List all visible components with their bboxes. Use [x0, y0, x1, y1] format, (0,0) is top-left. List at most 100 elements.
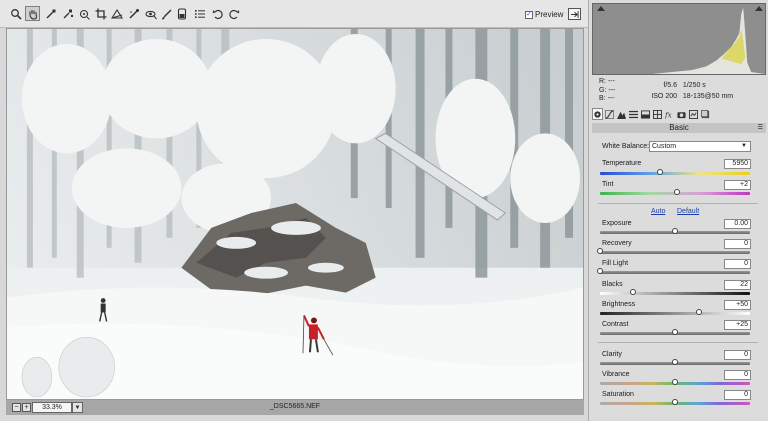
tab-snapshots-icon[interactable] [700, 108, 711, 120]
adjustment-brush-icon[interactable] [159, 6, 174, 21]
fill-light-label: Fill Light [602, 260, 629, 267]
temperature-slider[interactable] [600, 169, 750, 175]
contrast-slider[interactable] [600, 329, 750, 335]
tab-fx-icon[interactable]: fx [664, 108, 675, 120]
exposure-value[interactable]: 0.00 [724, 219, 751, 229]
saturation-thumb[interactable] [672, 399, 678, 405]
color-sampler-tool-icon[interactable] [60, 6, 75, 21]
white-balance-tool-icon[interactable] [43, 6, 58, 21]
adjustment-panel: R: --- G: --- B: --- f/5.6 1/250 s ISO 2… [588, 0, 768, 421]
temperature-label: Temperature [602, 160, 642, 167]
shutter-speed: 1/250 s [682, 82, 706, 89]
auto-button[interactable]: Auto [651, 208, 665, 215]
photo-preview[interactable] [6, 28, 584, 400]
b-label: B: [599, 95, 606, 102]
temperature-value[interactable]: 5950 [724, 159, 751, 169]
blacks-value[interactable]: 22 [724, 280, 751, 290]
tab-camera-calibration-icon[interactable] [676, 108, 687, 120]
fullscreen-icon[interactable] [568, 8, 581, 20]
contrast-label: Contrast [602, 321, 629, 328]
blacks-slider[interactable] [600, 289, 750, 295]
tint-thumb[interactable] [673, 189, 680, 195]
preview-checkbox[interactable]: ✓ [525, 10, 533, 19]
section-title: Basic [669, 123, 689, 132]
vibrance-label: Vibrance [602, 371, 630, 378]
rotate-right-icon[interactable] [226, 6, 241, 21]
temperature-thumb[interactable] [657, 169, 663, 175]
exposure-slider[interactable] [600, 228, 750, 234]
vibrance-value[interactable]: 0 [724, 370, 751, 380]
section-header: Basic ☰ [592, 123, 766, 133]
svg-text:fx: fx [665, 110, 672, 118]
contrast-value[interactable]: +25 [724, 320, 751, 330]
g-value: --- [608, 86, 616, 94]
hand-tool-icon[interactable] [25, 6, 40, 21]
fill-light-thumb[interactable] [597, 268, 603, 274]
exposure-thumb[interactable] [672, 228, 678, 234]
vibrance-slider[interactable] [600, 379, 750, 385]
red-eye-tool-icon[interactable] [143, 6, 158, 21]
pixel-info: R: --- G: --- B: --- f/5.6 1/250 s ISO 2… [592, 76, 766, 104]
r-label: R: [599, 78, 606, 85]
saturation-label: Saturation [602, 391, 634, 398]
clarity-slider[interactable] [600, 359, 750, 365]
recovery-value[interactable]: 0 [724, 239, 751, 249]
tab-hsl-icon[interactable] [628, 108, 639, 120]
r-value: --- [607, 78, 615, 85]
shadow-clipping-icon[interactable] [597, 6, 605, 11]
graduated-filter-icon[interactable] [174, 6, 189, 21]
b-value: --- [607, 95, 615, 102]
fill-light-slider[interactable] [597, 268, 750, 274]
contrast-thumb[interactable] [672, 329, 678, 335]
chevron-down-icon: ▼ [741, 143, 747, 149]
divider [598, 203, 758, 204]
clarity-thumb[interactable] [672, 359, 678, 365]
blacks-label: Blacks [602, 281, 623, 288]
clarity-label: Clarity [602, 351, 622, 358]
tab-tone-curve-icon[interactable] [604, 108, 615, 120]
panel-tabs: fx [592, 108, 766, 122]
lens: 18-135@50 mm [682, 93, 734, 100]
tab-presets-icon[interactable] [688, 108, 699, 120]
preview-toggle[interactable]: ✓ Preview [525, 10, 563, 19]
panel-menu-icon[interactable]: ☰ [758, 123, 763, 133]
aperture: f/5.6 [663, 82, 677, 89]
tab-basic-icon[interactable] [592, 108, 603, 120]
white-balance-label: White Balance: [602, 143, 650, 150]
status-bar: − + 33.3% ▼ _DSC5665.NEF [6, 400, 584, 415]
rotate-left-icon[interactable] [210, 6, 225, 21]
blacks-thumb[interactable] [630, 289, 636, 295]
default-button[interactable]: Default [677, 208, 699, 215]
file-name: _DSC5665.NEF [269, 403, 321, 410]
tint-slider[interactable] [600, 189, 750, 195]
spot-removal-tool-icon[interactable] [126, 6, 141, 21]
tint-label: Tint [602, 181, 614, 188]
white-balance-value: Custom [652, 143, 677, 150]
tint-value[interactable]: +2 [724, 180, 751, 190]
straighten-tool-icon[interactable] [109, 6, 124, 21]
recovery-slider[interactable] [597, 248, 750, 254]
exposure-label: Exposure [602, 220, 632, 227]
vibrance-thumb[interactable] [672, 379, 678, 385]
brightness-thumb[interactable] [696, 309, 702, 315]
preview-label: Preview [535, 10, 564, 19]
target-adjustment-tool-icon[interactable] [76, 6, 91, 21]
tab-detail-icon[interactable] [616, 108, 627, 120]
brightness-value[interactable]: +50 [724, 300, 751, 310]
fill-light-value[interactable]: 0 [724, 259, 751, 269]
brightness-label: Brightness [602, 301, 636, 308]
brightness-slider[interactable] [600, 309, 750, 315]
recovery-label: Recovery [602, 240, 632, 247]
tab-lens-icon[interactable] [652, 108, 663, 120]
recovery-thumb[interactable] [597, 248, 603, 254]
clarity-value[interactable]: 0 [724, 350, 751, 360]
iso: ISO 200 [651, 93, 677, 100]
white-balance-select[interactable]: Custom ▼ [649, 141, 751, 152]
tab-split-toning-icon[interactable] [640, 108, 651, 120]
crop-tool-icon[interactable] [93, 6, 108, 21]
highlight-clipping-icon[interactable] [755, 6, 763, 11]
saturation-value[interactable]: 0 [724, 390, 751, 400]
preferences-icon[interactable] [192, 6, 207, 21]
saturation-slider[interactable] [600, 399, 750, 405]
zoom-tool-icon[interactable] [8, 6, 23, 21]
